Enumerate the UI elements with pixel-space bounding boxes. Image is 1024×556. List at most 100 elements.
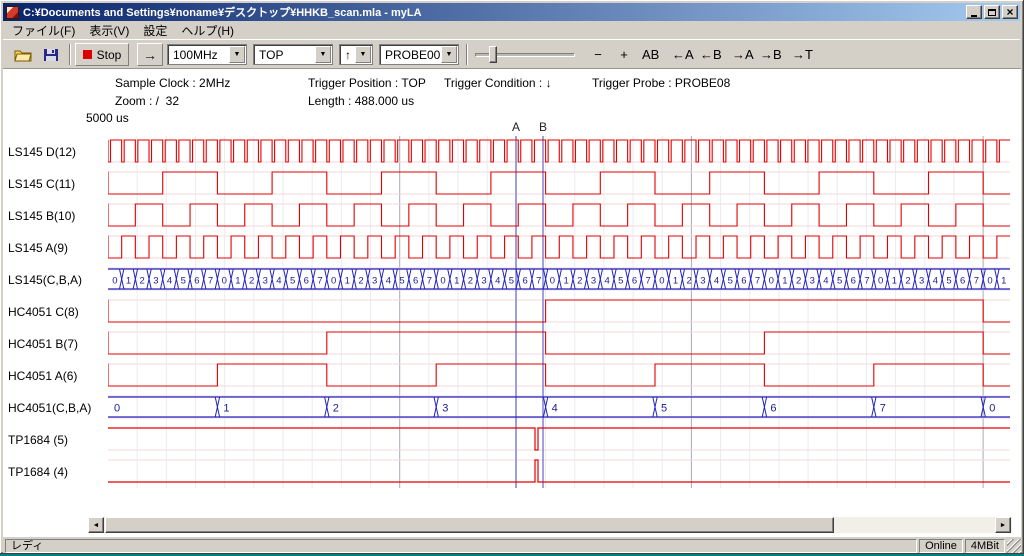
zoom-in-button[interactable]: + [613, 44, 635, 65]
svg-text:4: 4 [552, 403, 558, 415]
svg-text:1: 1 [235, 276, 240, 287]
probe-select[interactable]: PROBE00 ▼ [379, 44, 459, 65]
svg-text:4: 4 [604, 276, 609, 287]
scroll-left-icon: ◄ [93, 522, 100, 529]
svg-text:2: 2 [905, 276, 910, 287]
svg-text:6: 6 [741, 276, 746, 287]
svg-text:4: 4 [495, 276, 500, 287]
svg-text:5: 5 [661, 403, 667, 415]
svg-text:2: 2 [140, 276, 145, 287]
svg-text:5: 5 [509, 276, 514, 287]
chevron-down-icon[interactable]: ▼ [315, 46, 331, 63]
svg-text:2: 2 [468, 276, 473, 287]
goto-trigger-button[interactable]: →T [789, 44, 816, 65]
chevron-down-icon[interactable]: ▼ [355, 46, 371, 63]
close-button[interactable]: × [1002, 5, 1018, 19]
status-message: レディ [5, 539, 917, 553]
zoom-out-button[interactable]: − [587, 44, 609, 65]
menu-help[interactable]: ヘルプ(H) [175, 21, 242, 40]
toolbar-separator [69, 44, 71, 65]
trigger-position-select[interactable]: TOP ▼ [253, 44, 333, 65]
resize-grip[interactable] [1007, 539, 1021, 553]
svg-text:2: 2 [333, 403, 339, 415]
sample-rate-value: 100MHz [173, 48, 218, 62]
minimize-icon [971, 15, 977, 17]
stop-icon [83, 50, 92, 59]
svg-text:5: 5 [728, 276, 733, 287]
svg-text:7: 7 [427, 276, 432, 287]
horizontal-scrollbar[interactable]: ◄ ► [88, 517, 1012, 533]
trigger-condition-info: Trigger Condition : ↓ [444, 76, 552, 90]
window-title: C:¥Documents and Settings¥noname¥デスクトップ¥… [23, 4, 962, 20]
svg-text:3: 3 [919, 276, 924, 287]
zoom-info: Zoom : / 32 [115, 94, 179, 108]
svg-text:1: 1 [126, 276, 131, 287]
svg-text:4: 4 [933, 276, 938, 287]
svg-text:2: 2 [687, 276, 692, 287]
scroll-left-button[interactable]: ◄ [88, 517, 104, 533]
run-button[interactable]: → [137, 43, 163, 66]
minimize-button[interactable] [966, 5, 982, 19]
time-scale-label: 5000 us [86, 111, 129, 125]
svg-text:1: 1 [223, 403, 229, 415]
menu-settings[interactable]: 設定 [137, 21, 175, 40]
svg-text:7: 7 [317, 276, 322, 287]
goto-a-left-button[interactable]: ←A [669, 44, 697, 65]
menu-file[interactable]: ファイル(F) [6, 21, 83, 40]
trigger-position-info: Trigger Position : TOP [308, 76, 426, 90]
svg-text:0: 0 [659, 276, 664, 287]
svg-text:0: 0 [114, 403, 120, 415]
scroll-right-button[interactable]: ► [995, 517, 1011, 533]
toolbar: Stop → 100MHz ▼ TOP ▼ ↑ ▼ PROBE00 ▼ − + … [3, 39, 1020, 68]
save-button[interactable] [39, 43, 63, 66]
goto-b-right-button[interactable]: →B [757, 44, 785, 65]
run-arrow-icon: → [143, 47, 157, 63]
svg-text:7: 7 [646, 276, 651, 287]
svg-text:6: 6 [851, 276, 856, 287]
sample-rate-select[interactable]: 100MHz ▼ [167, 44, 247, 65]
svg-text:0: 0 [440, 276, 445, 287]
chevron-down-icon[interactable]: ▼ [229, 46, 245, 63]
menu-view[interactable]: 表示(V) [83, 21, 137, 40]
channel-label-10: TP1684 (4) [8, 465, 68, 479]
marker-a-label[interactable]: A [510, 120, 522, 134]
maximize-button[interactable] [984, 5, 1000, 19]
status-online-badge: Online [919, 539, 963, 553]
titlebar[interactable]: C:¥Documents and Settings¥noname¥デスクトップ¥… [3, 3, 1020, 21]
ab-button[interactable]: AB [639, 44, 662, 65]
svg-text:6: 6 [304, 276, 309, 287]
svg-text:7: 7 [536, 276, 541, 287]
svg-text:3: 3 [153, 276, 158, 287]
waveform-plot[interactable]: 0123456701234567012345670123456701234567… [108, 136, 1010, 488]
trigger-edge-select[interactable]: ↑ ▼ [339, 44, 373, 65]
svg-text:3: 3 [442, 403, 448, 415]
channel-label-9: TP1684 (5) [8, 433, 68, 447]
svg-text:0: 0 [222, 276, 227, 287]
channel-label-0: LS145 D(12) [8, 145, 76, 159]
app-window: C:¥Documents and Settings¥noname¥デスクトップ¥… [0, 0, 1024, 554]
svg-text:0: 0 [989, 403, 995, 415]
svg-text:5: 5 [946, 276, 951, 287]
sample-clock-info: Sample Clock : 2MHz [115, 76, 230, 90]
goto-b-left-button[interactable]: ←B [697, 44, 725, 65]
svg-text:5: 5 [290, 276, 295, 287]
status-memory-badge: 4MBit [965, 539, 1005, 553]
open-file-button[interactable] [11, 43, 35, 66]
marker-b-label[interactable]: B [537, 120, 549, 134]
svg-text:0: 0 [769, 276, 774, 287]
svg-text:3: 3 [481, 276, 486, 287]
toolbar-separator [466, 44, 468, 65]
channel-label-3: LS145 A(9) [8, 241, 68, 255]
stop-button[interactable]: Stop [75, 43, 129, 66]
scrollbar-thumb[interactable] [105, 517, 834, 533]
chevron-down-icon[interactable]: ▼ [441, 46, 457, 63]
channel-label-1: LS145 C(11) [8, 177, 75, 191]
svg-text:1: 1 [782, 276, 787, 287]
goto-a-right-button[interactable]: →A [729, 44, 757, 65]
svg-text:7: 7 [208, 276, 213, 287]
svg-text:3: 3 [810, 276, 815, 287]
stop-label: Stop [97, 48, 122, 62]
zoom-slider-handle[interactable] [489, 46, 497, 63]
channel-label-7: HC4051 A(6) [8, 369, 77, 383]
probe-value: PROBE00 [385, 48, 440, 62]
